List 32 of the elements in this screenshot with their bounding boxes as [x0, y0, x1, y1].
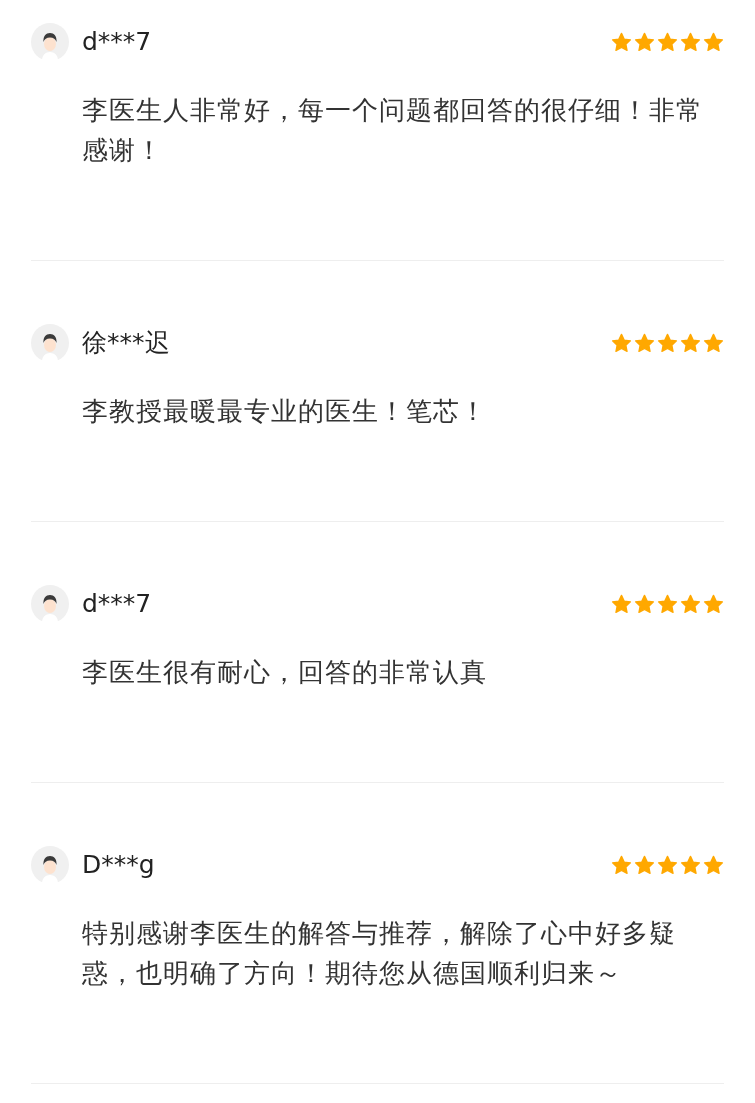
review-comment: 李医生人非常好，每一个问题都回答的很仔细！非常感谢！	[82, 94, 704, 167]
star-icon	[680, 855, 701, 875]
review-comment: 李教授最暖最专业的医生！笔芯！	[82, 395, 488, 428]
star-icon	[657, 333, 678, 353]
review-comment: 李医生很有耐心，回答的非常认真	[82, 656, 488, 689]
avatar-icon	[31, 324, 69, 362]
star-icon	[657, 855, 678, 875]
star-icon	[703, 32, 724, 52]
avatar-icon	[31, 23, 69, 61]
star-icon	[657, 594, 678, 614]
user-name: D***g	[82, 849, 155, 882]
star-icon	[634, 594, 655, 614]
star-icon	[611, 594, 632, 614]
user-name: d***7	[82, 588, 152, 621]
avatar-icon	[31, 846, 69, 884]
star-icon	[611, 32, 632, 52]
star-icon	[703, 855, 724, 875]
star-icon	[611, 333, 632, 353]
star-icon	[634, 333, 655, 353]
star-icon	[634, 855, 655, 875]
user-name: d***7	[82, 26, 152, 59]
star-icon	[680, 594, 701, 614]
star-icon	[680, 333, 701, 353]
star-icon	[634, 32, 655, 52]
user-name: 徐***迟	[82, 327, 170, 360]
review-comment: 特别感谢李医生的解答与推荐，解除了心中好多疑惑，也明确了方向！期待您从德国顺利归来～	[82, 917, 677, 990]
avatar-icon	[31, 585, 69, 623]
star-icon	[703, 333, 724, 353]
star-icon	[611, 855, 632, 875]
star-icon	[703, 594, 724, 614]
star-icon	[680, 32, 701, 52]
star-icon	[657, 32, 678, 52]
